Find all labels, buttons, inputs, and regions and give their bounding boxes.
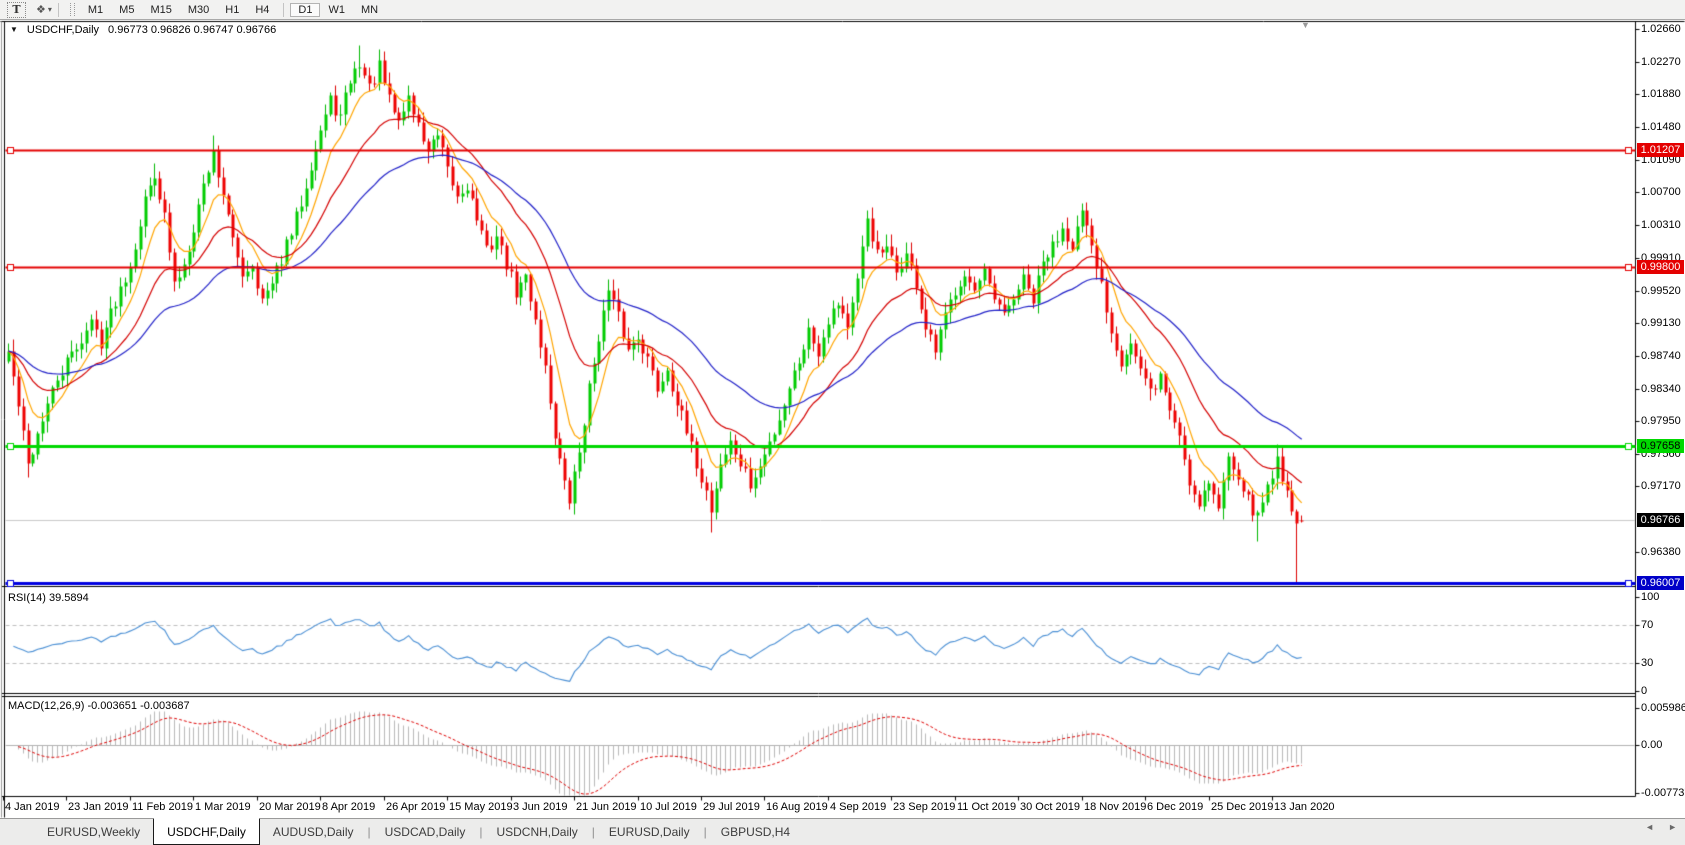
price-tick-label: 1.02660: [1641, 23, 1681, 35]
tab-scroll-left-icon[interactable]: ◄: [1645, 822, 1654, 832]
date-tick-label: 15 May 2019: [449, 801, 513, 813]
timeframe-button-m1[interactable]: M1: [80, 3, 111, 17]
macd-scale-label: -0.007737: [1641, 787, 1685, 799]
rsi-scale-label: 30: [1641, 657, 1653, 669]
price-tick-label: 1.01480: [1641, 121, 1681, 133]
chart-tab-usdcnh[interactable]: USDCNH,Daily: [483, 819, 590, 845]
scroll-position-icon[interactable]: ▼: [1301, 20, 1310, 30]
arrange-windows-button[interactable]: ❖ ▾: [36, 3, 52, 16]
macd-indicator-label: MACD(12,26,9) -0.003651 -0.003687: [8, 700, 190, 712]
rsi-scale-label: 100: [1641, 591, 1659, 603]
price-tick-label: 1.01880: [1641, 88, 1681, 100]
text-tool-button[interactable]: T: [7, 2, 26, 18]
date-tick-label: 4 Jan 2019: [5, 801, 59, 813]
toolbar-grip: [70, 3, 75, 16]
price-level-badge: 0.99800: [1637, 260, 1684, 274]
date-tick-label: 11 Oct 2019: [957, 801, 1016, 813]
chart-tab-bar: EURUSD,WeeklyUSDCHF,DailyAUDUSD,Daily|US…: [0, 818, 1685, 845]
date-tick-label: 4 Sep 2019: [830, 801, 886, 813]
timeframe-button-m5[interactable]: M5: [111, 3, 142, 17]
chart-canvas[interactable]: [0, 0, 1685, 845]
date-tick-label: 11 Feb 2019: [132, 801, 193, 813]
macd-scale-label: 0.005986: [1641, 702, 1685, 714]
date-tick-label: 10 Jul 2019: [640, 801, 697, 813]
macd-scale-label: 0.00: [1641, 739, 1662, 751]
tab-scroll-arrows: ◄ ►: [1645, 822, 1677, 832]
timeframe-toolbar: T ❖ ▾ M1M5M15M30H1H4 D1W1MN: [0, 0, 1685, 20]
rsi-indicator-label: RSI(14) 39.5894: [8, 592, 89, 604]
chart-symbol-label: USDCHF,Daily: [27, 24, 99, 36]
price-level-badge: 1.01207: [1637, 143, 1684, 157]
timeframe-button-d1[interactable]: D1: [290, 3, 320, 17]
price-tick-label: 1.00310: [1641, 219, 1681, 231]
chart-tab-eurusd[interactable]: EURUSD,Weekly: [34, 819, 153, 845]
price-level-badge: 0.97658: [1637, 439, 1684, 453]
timeframe-button-m30[interactable]: M30: [180, 3, 217, 17]
price-level-badge: 0.96766: [1637, 513, 1684, 527]
timeframe-button-mn[interactable]: MN: [353, 3, 386, 17]
date-tick-label: 23 Sep 2019: [893, 801, 955, 813]
date-tick-label: 26 Apr 2019: [386, 801, 445, 813]
timeframe-button-h1[interactable]: H1: [217, 3, 247, 17]
price-tick-label: 0.98740: [1641, 350, 1681, 362]
price-tick-label: 0.98340: [1641, 383, 1681, 395]
arrange-windows-icon: ❖: [36, 3, 46, 16]
date-tick-label: 18 Nov 2019: [1084, 801, 1146, 813]
price-tick-label: 0.99520: [1641, 285, 1681, 297]
date-tick-label: 1 Mar 2019: [195, 801, 251, 813]
date-tick-label: 29 Jul 2019: [703, 801, 760, 813]
toolbar-separator: [58, 3, 59, 17]
chevron-down-icon: ▾: [48, 5, 52, 14]
trading-terminal: { "toolbar": { "text_tool_label": "T", "…: [0, 0, 1685, 845]
rsi-scale-label: 70: [1641, 619, 1653, 631]
date-tick-label: 25 Dec 2019: [1211, 801, 1273, 813]
date-tick-label: 30 Oct 2019: [1020, 801, 1080, 813]
chart-title: ▼ USDCHF,Daily 0.96773 0.96826 0.96747 0…: [10, 24, 276, 36]
date-tick-label: 6 Dec 2019: [1147, 801, 1203, 813]
timeframe-button-group: M1M5M15M30H1H4 D1W1MN: [80, 3, 386, 17]
chart-tab-gbpusd[interactable]: GBPUSD,H4: [708, 819, 803, 845]
chart-tab-usdchf[interactable]: USDCHF,Daily: [153, 818, 260, 845]
rsi-scale-label: 0: [1641, 685, 1647, 697]
chart-tab-eurusd[interactable]: EURUSD,Daily: [596, 819, 703, 845]
tab-scroll-right-icon[interactable]: ►: [1668, 822, 1677, 832]
timeframe-button-m15[interactable]: M15: [142, 3, 179, 17]
date-tick-label: 21 Jun 2019: [576, 801, 637, 813]
date-tick-label: 13 Jan 2020: [1274, 801, 1335, 813]
date-tick-label: 23 Jan 2019: [68, 801, 129, 813]
price-level-badge: 0.96007: [1637, 576, 1684, 590]
chart-tab-usdcad[interactable]: USDCAD,Daily: [372, 819, 479, 845]
toolbar-separator: [283, 3, 284, 17]
chart-tab-audusd[interactable]: AUDUSD,Daily: [260, 819, 367, 845]
timeframe-button-w1[interactable]: W1: [320, 3, 353, 17]
date-tick-label: 3 Jun 2019: [513, 801, 567, 813]
price-tick-label: 0.99130: [1641, 317, 1681, 329]
date-tick-label: 20 Mar 2019: [259, 801, 321, 813]
price-tick-label: 1.00700: [1641, 186, 1681, 198]
timeframe-button-h4[interactable]: H4: [247, 3, 277, 17]
price-tick-label: 0.97950: [1641, 415, 1681, 427]
price-tick-label: 0.96380: [1641, 546, 1681, 558]
date-tick-label: 16 Aug 2019: [766, 801, 828, 813]
price-tick-label: 0.97170: [1641, 480, 1681, 492]
chart-ohlc-values: 0.96773 0.96826 0.96747 0.96766: [108, 24, 276, 36]
price-tick-label: 1.02270: [1641, 56, 1681, 68]
date-tick-label: 8 Apr 2019: [322, 801, 375, 813]
chart-menu-caret-icon[interactable]: ▼: [10, 25, 18, 36]
